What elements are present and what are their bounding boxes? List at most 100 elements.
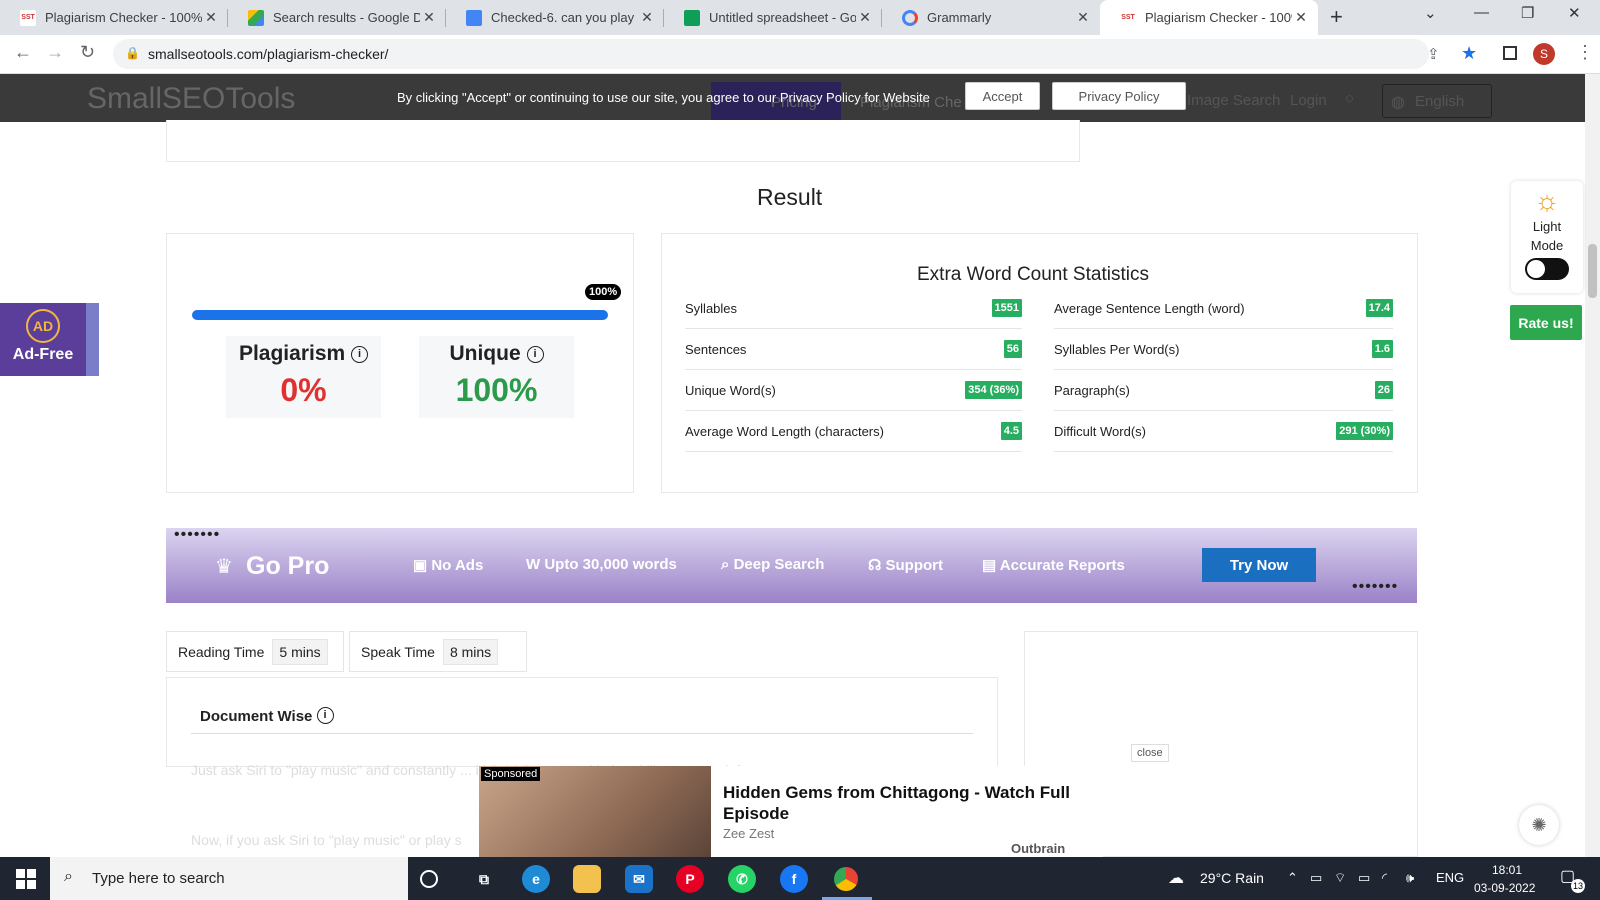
tab-6-active[interactable]: SST Plagiarism Checker - 100% ✕	[1100, 0, 1318, 35]
network-icon[interactable]: ⌔	[1334, 870, 1346, 886]
stat-row: Difficult Word(s) 291 (30%)	[1054, 411, 1393, 452]
close-tab-icon[interactable]: ✕	[202, 9, 220, 26]
back-icon[interactable]: ←	[14, 42, 32, 63]
mail-icon[interactable]: ✉	[625, 865, 653, 893]
info-icon[interactable]: i	[316, 707, 334, 724]
rate-us-button[interactable]: Rate us!	[1510, 305, 1582, 340]
facebook-icon[interactable]: f	[780, 865, 808, 893]
battery-icon[interactable]: ▭	[1358, 870, 1370, 886]
nav-image-search[interactable]: Image Search	[1187, 92, 1280, 109]
info-icon[interactable]: i	[351, 346, 369, 363]
cortana-icon[interactable]	[420, 870, 438, 888]
speak-time-box: Speak Time 8 mins	[349, 631, 527, 672]
task-view-icon[interactable]: ⧉	[470, 865, 498, 893]
search-icon[interactable]: ○	[1345, 90, 1354, 107]
windows-start-icon[interactable]	[16, 869, 36, 889]
stat-row: Paragraph(s) 26	[1054, 370, 1393, 411]
new-tab-button[interactable]: +	[1330, 4, 1343, 30]
plagiarism-value: 0%	[280, 372, 327, 408]
tab-1[interactable]: SST Plagiarism Checker - 100% ✕	[0, 0, 228, 35]
stat-badge: 1.6	[1371, 340, 1393, 358]
tab-3[interactable]: Checked-6. can you play mu ✕	[446, 0, 664, 35]
chrome-icon[interactable]	[832, 865, 860, 893]
go-pro-title: Go Pro	[246, 552, 330, 580]
file-explorer-icon[interactable]	[573, 865, 601, 893]
stat-badge: 291 (30%)	[1336, 422, 1393, 440]
weather-icon[interactable]: ☁	[1168, 868, 1184, 888]
nav-login[interactable]: Login	[1290, 92, 1327, 109]
ad-title[interactable]: Hidden Gems from Chittagong - Watch Full…	[723, 782, 1093, 824]
page-scrollbar[interactable]	[1585, 74, 1600, 857]
result-heading: Result	[757, 184, 823, 210]
accept-button[interactable]: Accept	[965, 82, 1040, 110]
stat-row: Sentences 56	[685, 329, 1022, 370]
dots-decoration: •••••••	[174, 526, 221, 543]
language-select[interactable]: ◍ English	[1382, 84, 1492, 118]
close-tab-icon[interactable]: ✕	[420, 9, 438, 26]
speak-time-value: 8 mins	[442, 638, 499, 665]
outbrain-logo[interactable]: Outbrain	[1011, 841, 1065, 856]
url-text[interactable]: smallseotools.com/plagiarism-checker/	[148, 46, 388, 62]
taskbar-search-input[interactable]: Type here to search	[50, 857, 408, 900]
chevron-up-icon[interactable]: ⌃	[1287, 870, 1298, 886]
scroll-thumb[interactable]	[1588, 244, 1597, 298]
close-window-button[interactable]: ✕	[1568, 4, 1581, 22]
sponsored-ad[interactable]: Sponsored Hidden Gems from Chittagong - …	[479, 766, 1103, 857]
address-bar-row: ← → ↻ 🔒 smallseotools.com/plagiarism-che…	[0, 35, 1600, 74]
drive-icon	[248, 9, 264, 26]
menu-icon[interactable]: ⋮	[1576, 42, 1594, 63]
tab-2[interactable]: Search results - Google Dri ✕	[228, 0, 446, 35]
meet-icon[interactable]: ▭	[1310, 870, 1322, 886]
volume-icon[interactable]: 🕪	[1406, 870, 1414, 886]
privacy-policy-button[interactable]: Privacy Policy	[1052, 82, 1186, 110]
close-tab-icon[interactable]: ✕	[1292, 9, 1310, 26]
lock-icon: 🔒	[125, 46, 140, 60]
restore-button[interactable]: ❐	[1521, 4, 1534, 22]
tab-title: Plagiarism Checker - 100%	[45, 10, 202, 25]
weather-text[interactable]: 29°C Rain	[1200, 870, 1264, 886]
ad-free-button[interactable]: AD Ad-Free	[0, 303, 99, 376]
reports-feature: ▤ Accurate Reports	[982, 557, 1125, 574]
minimize-button[interactable]: —	[1474, 4, 1489, 21]
reload-icon[interactable]: ↻	[80, 42, 95, 63]
language-indicator[interactable]: ENG	[1436, 870, 1464, 885]
tab-4[interactable]: Untitled spreadsheet - Goo ✕	[664, 0, 882, 35]
bookmark-star-icon[interactable]: ★	[1461, 43, 1477, 64]
clock-time[interactable]: 18:01	[1492, 863, 1522, 877]
clock-date[interactable]: 03-09-2022	[1474, 881, 1535, 895]
deep-search-feature: ⌕ Deep Search	[721, 556, 825, 573]
stat-badge: 26	[1374, 381, 1393, 399]
sst-icon: SST	[20, 9, 36, 26]
stat-badge: 354 (36%)	[965, 381, 1022, 399]
sidebar-icon[interactable]	[1503, 46, 1517, 60]
forward-icon[interactable]: →	[46, 42, 64, 63]
tab-5[interactable]: Grammarly ✕	[882, 0, 1100, 35]
pinterest-icon[interactable]: P	[676, 865, 704, 893]
tab-search-icon[interactable]: ⌄	[1424, 4, 1437, 22]
try-now-button[interactable]: Try Now	[1202, 548, 1316, 582]
words-feature: W Upto 30,000 words	[526, 556, 677, 573]
whatsapp-icon[interactable]: ✆	[728, 865, 756, 893]
close-tab-icon[interactable]: ✕	[1074, 9, 1092, 26]
sheets-icon	[684, 9, 700, 26]
stat-badge: 4.5	[1000, 422, 1022, 440]
close-tab-icon[interactable]: ✕	[856, 9, 874, 26]
globe-icon: ◍	[1391, 94, 1405, 111]
share-icon[interactable]: ⇪	[1427, 45, 1440, 63]
site-logo[interactable]: SmallSEOTools	[87, 82, 295, 116]
wifi-icon[interactable]: ◜	[1382, 870, 1387, 886]
edge-icon[interactable]: e	[522, 865, 550, 893]
divider	[191, 733, 973, 734]
close-tab-icon[interactable]: ✕	[638, 9, 656, 26]
tab-title: Checked-6. can you play mu	[491, 10, 638, 25]
profile-avatar[interactable]: S	[1533, 43, 1555, 65]
info-icon[interactable]: i	[526, 346, 544, 363]
light-mode-toggle[interactable]	[1525, 258, 1569, 280]
unique-label: Unique	[449, 342, 521, 365]
no-ads-feature: ▣ No Ads	[413, 557, 484, 574]
dots-decoration: •••••••	[1352, 578, 1399, 595]
unique-value: 100%	[455, 372, 538, 408]
bug-report-icon[interactable]: ✺	[1519, 805, 1559, 845]
close-ad-button[interactable]: close	[1131, 744, 1169, 762]
stat-row: Syllables 1551	[685, 288, 1022, 329]
